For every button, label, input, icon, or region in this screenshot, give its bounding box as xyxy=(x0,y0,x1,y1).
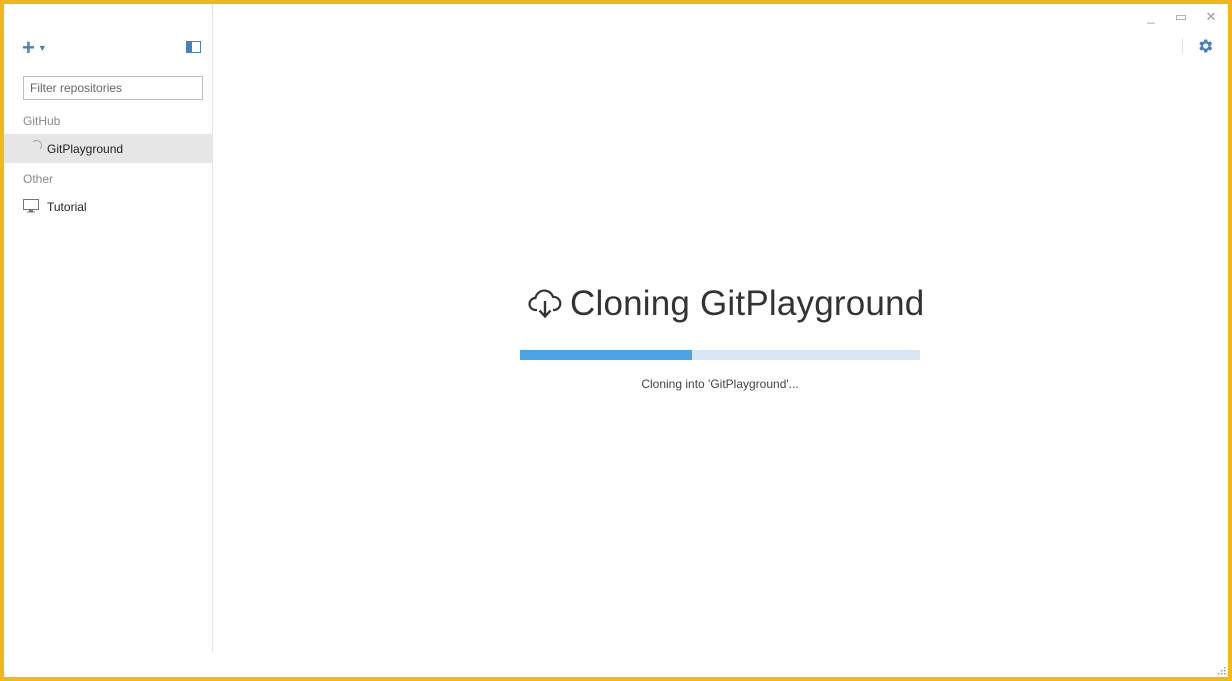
repo-name: GitPlayground xyxy=(47,141,124,156)
cloud-download-icon xyxy=(528,289,562,319)
app-window: _ ▭ ✕ + ▼ GitHub GitPlayground Other xyxy=(4,4,1228,677)
gear-icon xyxy=(1199,39,1213,53)
clone-title-text: Cloning GitPlayground xyxy=(570,284,925,323)
repo-item-gitplayground[interactable]: GitPlayground xyxy=(4,134,212,163)
monitor-icon xyxy=(23,199,39,213)
clone-progress-bar xyxy=(520,350,920,360)
maximize-button[interactable]: ▭ xyxy=(1174,10,1188,24)
progress-fill xyxy=(520,350,692,360)
plus-icon: + xyxy=(22,35,35,60)
resize-grip-icon[interactable] xyxy=(1218,667,1226,675)
toggle-sidebar-button[interactable] xyxy=(186,41,201,53)
minimize-button[interactable]: _ xyxy=(1144,10,1158,24)
clone-heading: Cloning GitPlayground xyxy=(528,282,924,326)
settings-button[interactable] xyxy=(1196,37,1214,55)
clone-status-text: Cloning into 'GitPlayground'... xyxy=(641,377,799,391)
spinner-icon xyxy=(31,140,42,151)
caret-down-icon: ▼ xyxy=(37,43,47,53)
sidebar-panel-icon xyxy=(187,42,192,52)
section-label-other: Other xyxy=(23,172,54,186)
repo-name: Tutorial xyxy=(47,199,87,214)
close-button[interactable]: ✕ xyxy=(1204,10,1218,24)
add-repository-button[interactable]: + ▼ xyxy=(22,35,56,60)
toolbar-divider xyxy=(1182,38,1183,54)
repo-item-tutorial[interactable]: Tutorial xyxy=(4,192,212,221)
section-label-github: GitHub xyxy=(23,114,61,128)
filter-repositories-input[interactable] xyxy=(23,76,203,100)
sidebar: + ▼ GitHub GitPlayground Other Tutorial xyxy=(4,4,213,652)
